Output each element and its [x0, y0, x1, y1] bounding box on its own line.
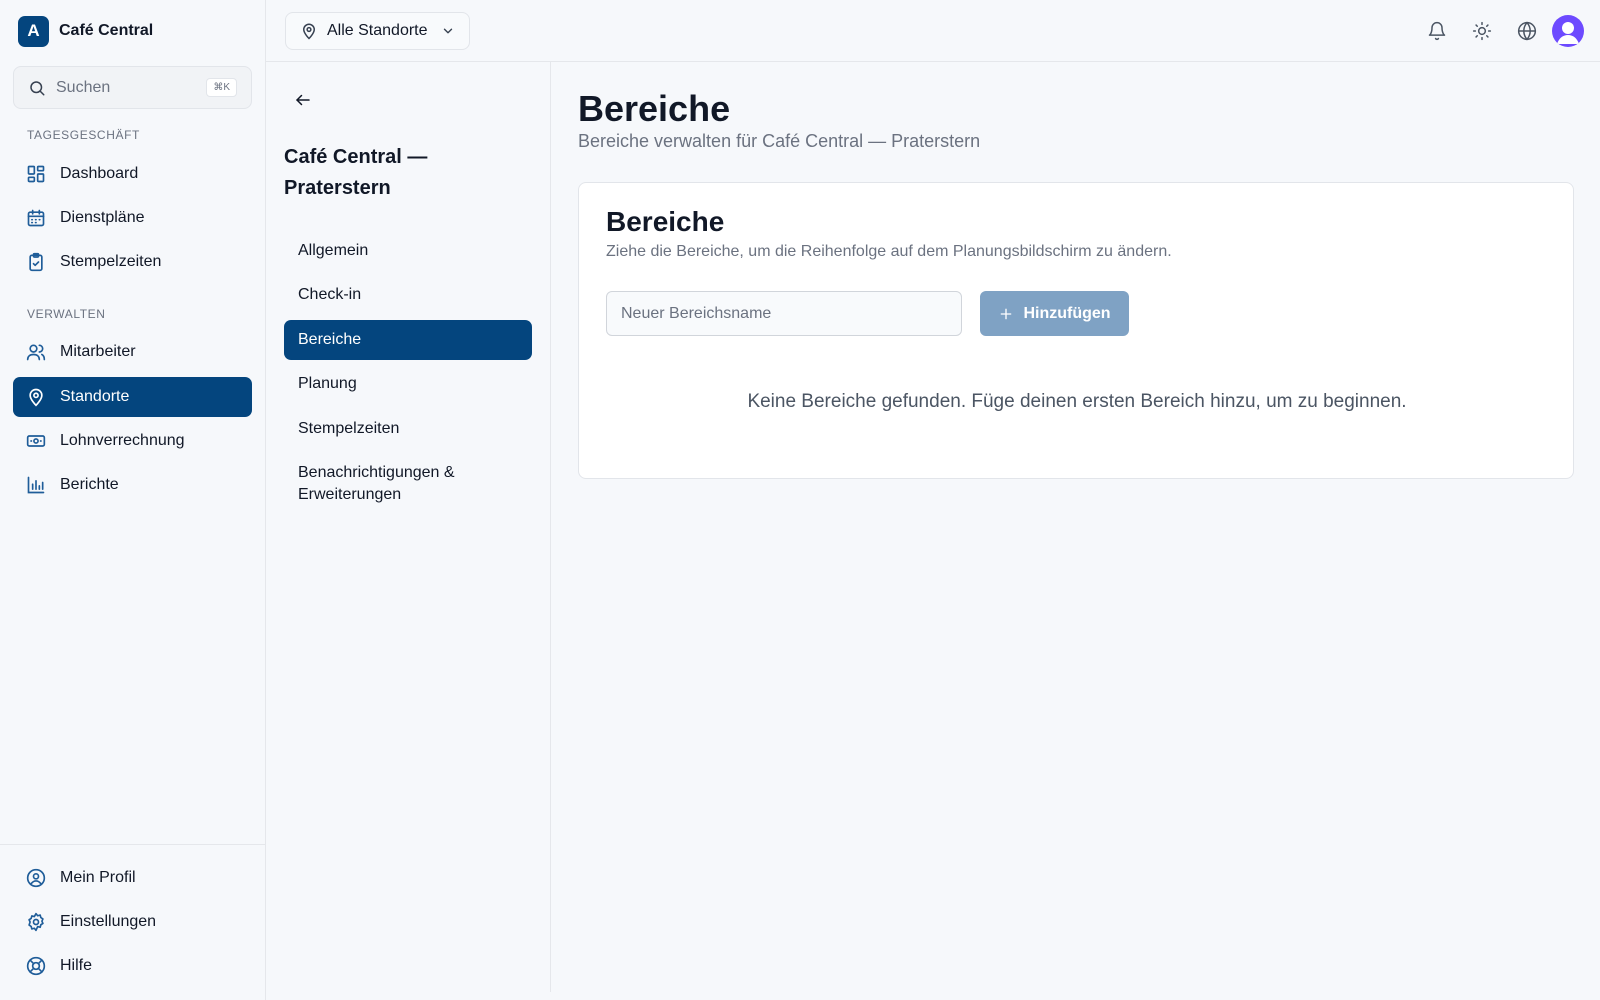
- subnav-item-planung[interactable]: Planung: [284, 364, 532, 404]
- notifications-button[interactable]: [1420, 15, 1454, 47]
- language-button[interactable]: [1510, 15, 1544, 47]
- card-description: Ziehe die Bereiche, um die Reihenfolge a…: [606, 243, 1172, 260]
- new-area-name-input[interactable]: [606, 291, 962, 336]
- avatar[interactable]: [1552, 15, 1584, 47]
- areas-card: Bereiche Ziehe die Bereiche, um die Reih…: [578, 182, 1574, 479]
- back-button[interactable]: [294, 91, 316, 113]
- sidebar-item-label: Berichte: [60, 476, 119, 493]
- location-select-value: Alle Standorte: [327, 22, 428, 39]
- page-title: Bereiche: [578, 88, 731, 129]
- clipboard-check-icon: [26, 252, 46, 272]
- section-label-tagesgeschaeft: TAGESGESCHÄFT: [27, 128, 140, 142]
- sidebar-item-dienstplaene[interactable]: Dienstpläne: [13, 198, 252, 238]
- plus-icon: [998, 306, 1014, 322]
- gear-icon: [26, 912, 46, 932]
- subnav-item-allgemein[interactable]: Allgemein: [284, 231, 532, 271]
- sidebar-item-mitarbeiter[interactable]: Mitarbeiter: [13, 332, 252, 372]
- add-area-button[interactable]: Hinzufügen: [980, 291, 1129, 336]
- dashboard-icon: [26, 164, 46, 184]
- sidebar-item-hilfe[interactable]: Hilfe: [13, 946, 252, 986]
- search-icon: [28, 79, 46, 97]
- sidebar-divider: [0, 844, 266, 845]
- sidebar-item-label: Hilfe: [60, 957, 93, 974]
- sidebar-item-einstellungen[interactable]: Einstellungen: [13, 902, 252, 942]
- page-subtitle: Bereiche verwalten für Café Central — Pr…: [578, 131, 981, 151]
- brand-logo: A: [18, 15, 49, 47]
- users-icon: [26, 342, 46, 362]
- main-content: Bereiche Bereiche verwalten für Café Cen…: [551, 62, 1600, 1000]
- chevron-down-icon: [441, 24, 455, 38]
- map-pin-icon: [26, 387, 46, 407]
- sidebar-item-stempelzeiten[interactable]: Stempelzeiten: [13, 242, 252, 282]
- bar-chart-icon: [26, 475, 46, 495]
- bell-icon: [1427, 21, 1447, 41]
- lifebuoy-icon: [26, 956, 46, 976]
- empty-state-message: Keine Bereiche gefunden. Füge deinen ers…: [747, 391, 1407, 412]
- sidebar-item-berichte[interactable]: Berichte: [13, 465, 252, 505]
- search-input[interactable]: Suchen ⌘K: [13, 66, 252, 109]
- card-title: Bereiche: [606, 206, 725, 237]
- subnav-item-bereiche[interactable]: Bereiche: [284, 320, 532, 360]
- user-circle-icon: [26, 868, 46, 888]
- globe-icon: [1517, 21, 1537, 41]
- theme-toggle-button[interactable]: [1465, 15, 1499, 47]
- location-select[interactable]: Alle Standorte: [285, 12, 470, 50]
- sidebar-item-standorte[interactable]: Standorte: [13, 377, 252, 417]
- search-shortcut: ⌘K: [206, 78, 237, 97]
- map-pin-icon: [300, 22, 318, 40]
- arrow-left-icon: [294, 91, 316, 109]
- subnav-item-check-in[interactable]: Check-in: [284, 275, 532, 315]
- banknote-icon: [26, 431, 46, 451]
- add-area-button-label: Hinzufügen: [1023, 304, 1111, 322]
- top-actions: [1409, 15, 1584, 47]
- brand[interactable]: A Café Central: [18, 15, 153, 47]
- sidebar: A Café Central Suchen ⌘K TAGESGESCHÄFT D…: [0, 0, 266, 1000]
- section-label-verwalten: VERWALTEN: [27, 307, 106, 321]
- sidebar-item-mein-profil[interactable]: Mein Profil: [13, 858, 252, 898]
- search-placeholder: Suchen: [56, 78, 111, 96]
- sidebar-item-label: Standorte: [60, 388, 130, 405]
- top-bar: Alle Standorte: [266, 0, 1600, 62]
- sidebar-item-label: Mein Profil: [60, 869, 136, 886]
- sidebar-item-label: Dashboard: [60, 165, 139, 182]
- user-avatar-icon: [1557, 22, 1579, 44]
- sidebar-item-label: Einstellungen: [60, 913, 157, 930]
- sidebar-item-label: Stempelzeiten: [60, 253, 162, 270]
- location-settings-nav: Café Central — Praterstern Allgemein Che…: [266, 62, 551, 992]
- calendar-icon: [26, 208, 46, 228]
- sidebar-item-lohnverrechnung[interactable]: Lohnverrechnung: [13, 421, 252, 461]
- location-title: Café Central — Praterstern: [284, 146, 428, 199]
- sidebar-item-dashboard[interactable]: Dashboard: [13, 154, 252, 194]
- brand-name: Café Central: [59, 22, 154, 39]
- subnav-item-stempelzeiten[interactable]: Stempelzeiten: [284, 409, 532, 449]
- sidebar-item-label: Dienstpläne: [60, 209, 145, 226]
- sidebar-item-label: Mitarbeiter: [60, 343, 136, 360]
- sun-icon: [1472, 21, 1492, 41]
- sidebar-item-label: Lohnverrechnung: [60, 432, 185, 449]
- subnav-item-benachrichtigungen[interactable]: Benachrichtigungen & Erweiterungen: [284, 460, 474, 508]
